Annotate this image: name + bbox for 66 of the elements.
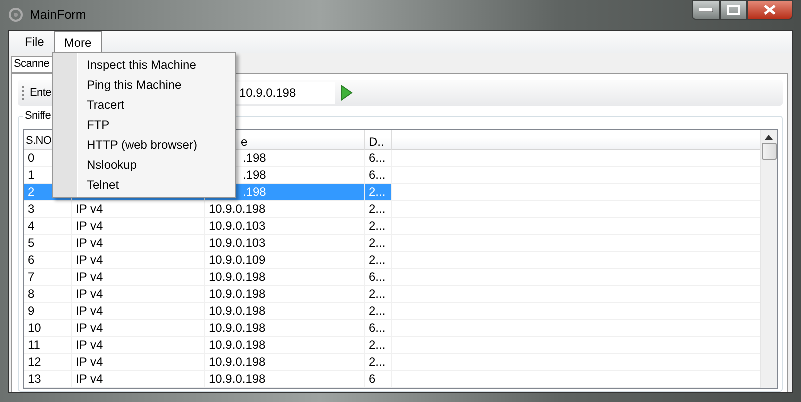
- minimize-icon: [699, 8, 713, 12]
- table-cell: 10.9.0.198: [205, 286, 365, 302]
- table-cell: 10.9.0.109: [205, 252, 365, 268]
- table-cell: 5: [24, 235, 72, 251]
- scrollbar[interactable]: [760, 130, 777, 388]
- table-cell: 2...: [365, 201, 392, 217]
- table-cell: IP v4: [72, 337, 205, 353]
- table-cell: 2...: [365, 354, 392, 370]
- close-icon: [764, 5, 776, 15]
- table-cell: 2...: [365, 303, 392, 319]
- table-cell: 6: [24, 252, 72, 268]
- maximize-icon: [727, 5, 740, 15]
- menu-item[interactable]: More: [54, 31, 102, 53]
- maximize-button[interactable]: [720, 0, 747, 20]
- toolbar-label: Ente: [30, 86, 52, 101]
- table-cell: 10.9.0.198: [205, 320, 365, 336]
- window-title: MainForm: [30, 6, 86, 24]
- menu-entry[interactable]: Ping this Machine: [55, 75, 233, 95]
- table-cell: 6...: [365, 320, 392, 336]
- table-cell: IP v4: [72, 286, 205, 302]
- table-cell: 6...: [365, 167, 392, 183]
- table-cell: IP v4: [72, 269, 205, 285]
- table-cell: 10.9.0.198: [205, 269, 365, 285]
- table-cell: IP v4: [72, 371, 205, 387]
- table-cell: 10.9.0.198: [205, 303, 365, 319]
- table-cell: 2...: [365, 252, 392, 268]
- table-cell: IP v4: [72, 235, 205, 251]
- menu-item[interactable]: File: [15, 31, 54, 53]
- table-cell: IP v4: [72, 320, 205, 336]
- table-cell: 10.9.0.103: [205, 218, 365, 234]
- table-cell: 13: [24, 371, 72, 387]
- table-cell: 10: [24, 320, 72, 336]
- column-header[interactable]: D..: [365, 130, 392, 151]
- table-cell: IP v4: [72, 218, 205, 234]
- app-icon: [8, 7, 24, 23]
- table-cell: 10.9.0.198: [205, 371, 365, 387]
- table-cell: 6...: [365, 150, 392, 166]
- table-cell: 12: [24, 354, 72, 370]
- table-cell: 3: [24, 201, 72, 217]
- table-cell: 10.9.0.198: [205, 201, 365, 217]
- table-cell: 11: [24, 337, 72, 353]
- table-cell: 2...: [365, 337, 392, 353]
- table-cell: 2...: [365, 218, 392, 234]
- table-cell: 4: [24, 218, 72, 234]
- table-cell: 2...: [365, 286, 392, 302]
- table-cell: 2...: [365, 184, 392, 200]
- table-cell: 9: [24, 303, 72, 319]
- scroll-up-icon[interactable]: [765, 135, 773, 140]
- table-cell: IP v4: [72, 303, 205, 319]
- address-field[interactable]: 10.9.0.198: [235, 82, 336, 104]
- table-cell: IP v4: [72, 201, 205, 217]
- table-cell: 6...: [365, 269, 392, 285]
- table-cell: IP v4: [72, 354, 205, 370]
- menu-entry[interactable]: Tracert: [55, 95, 233, 115]
- minimize-button[interactable]: [692, 0, 720, 20]
- table-cell: 10.9.0.198: [205, 337, 365, 353]
- table-cell: 10.9.0.198: [205, 354, 365, 370]
- table-cell: 8: [24, 286, 72, 302]
- table-cell: IP v4: [72, 252, 205, 268]
- table-cell: 10.9.0.103: [205, 235, 365, 251]
- scroll-thumb[interactable]: [762, 143, 776, 160]
- close-button[interactable]: [747, 0, 793, 20]
- table-cell: 6: [365, 371, 392, 387]
- table-cell: 7: [24, 269, 72, 285]
- table-cell: 2...: [365, 235, 392, 251]
- play-icon[interactable]: [341, 85, 354, 101]
